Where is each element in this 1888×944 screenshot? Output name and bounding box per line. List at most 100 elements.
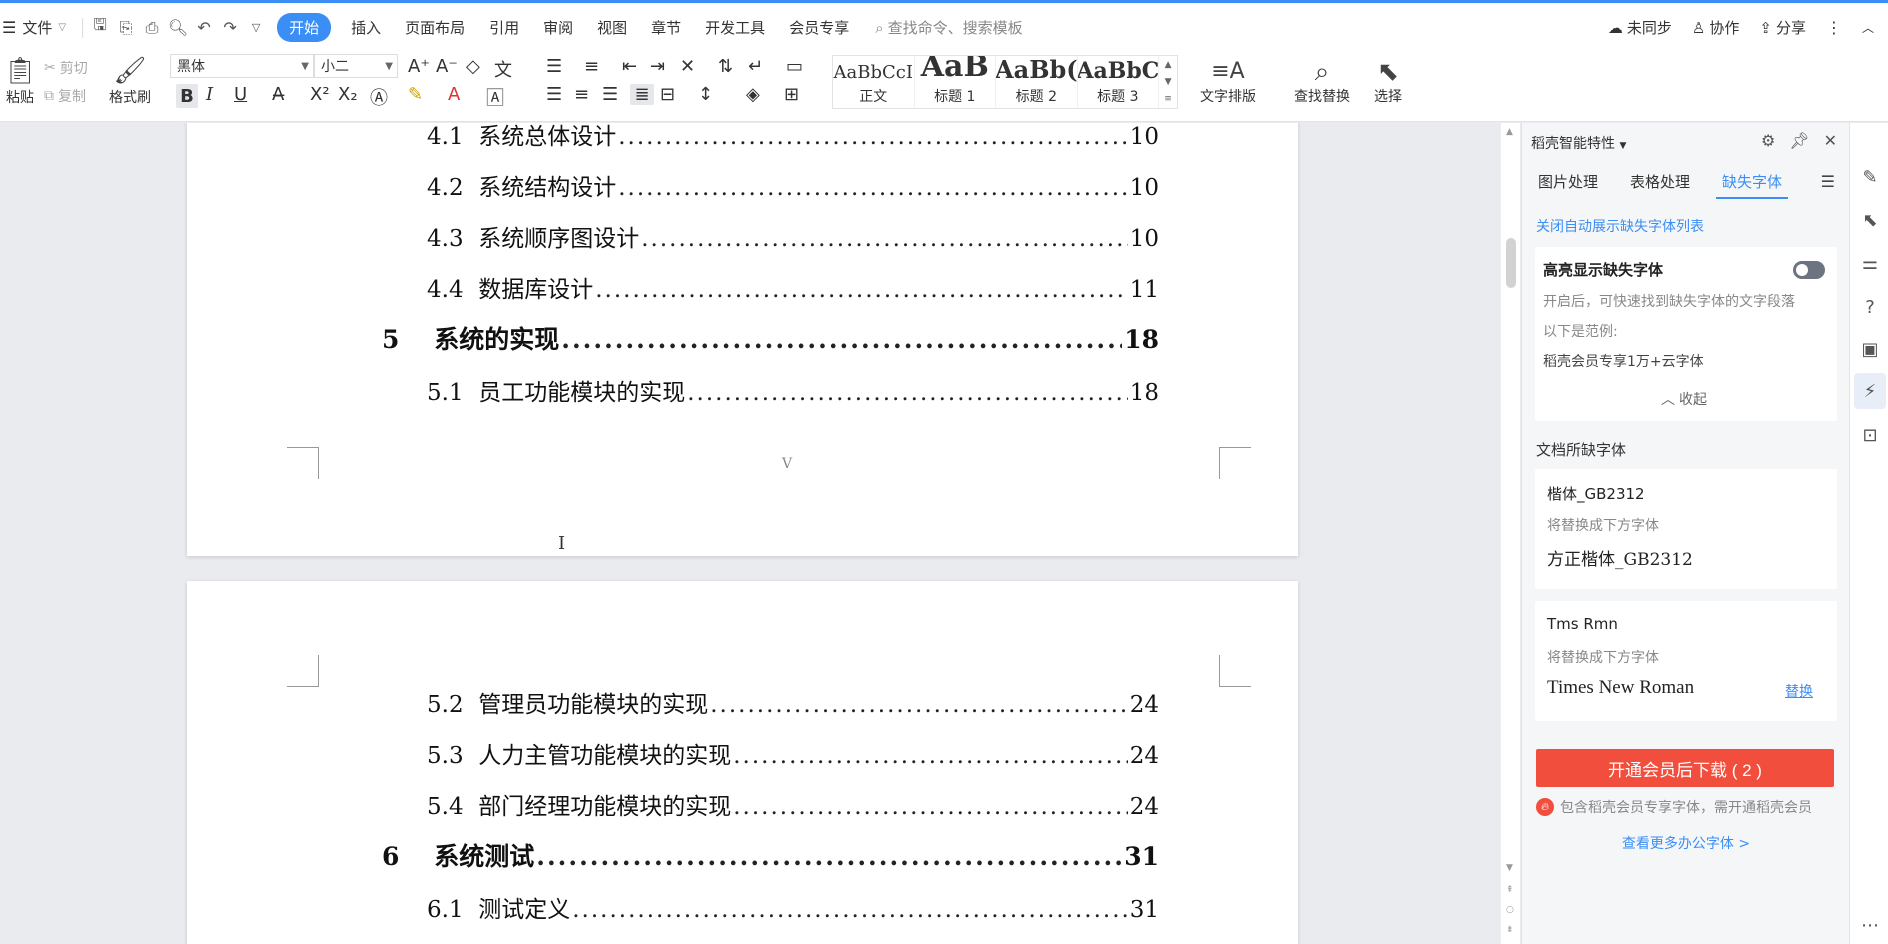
shading-icon[interactable]: ◈: [746, 84, 760, 105]
redo-icon[interactable]: ↷: [217, 15, 243, 41]
document-review-icon[interactable]: ⊡: [1858, 423, 1882, 447]
numbered-list-icon[interactable]: ≡: [584, 56, 599, 77]
toc-entry[interactable]: 5.2 管理员功能模块的实现 .........................…: [427, 685, 1159, 719]
help-icon[interactable]: ?: [1858, 295, 1882, 319]
toc-entry[interactable]: 5.1 员工功能模块的实现 ..........................…: [427, 373, 1159, 407]
font-size-select[interactable]: 小二 ▼: [314, 54, 398, 78]
toc-chapter[interactable]: 6 系统测试 .................................…: [382, 837, 1159, 873]
tab-member[interactable]: 会员专享: [777, 17, 861, 38]
paste-button[interactable]: 📋︎ 粘贴: [0, 54, 40, 110]
tab-image-processing[interactable]: 图片处理: [1522, 165, 1614, 199]
line-spacing-icon[interactable]: ↕: [698, 84, 713, 105]
download-with-membership-button[interactable]: 开通会员后下载 ( 2 ): [1536, 749, 1834, 787]
font-color-icon[interactable]: A: [448, 84, 460, 105]
select-browse-icon[interactable]: ○: [1506, 905, 1514, 915]
decrease-indent-icon[interactable]: ⇤: [622, 56, 637, 77]
close-icon[interactable]: ✕: [1824, 131, 1837, 150]
italic-button[interactable]: I: [206, 84, 213, 105]
borders-icon[interactable]: ⊞: [784, 84, 799, 105]
panel-title[interactable]: 稻壳智能特性 ▼: [1531, 133, 1626, 153]
toc-chapter[interactable]: 5 系统的实现 ................................…: [382, 320, 1159, 356]
document-canvas[interactable]: 4.1 系统总体设计 .............................…: [0, 123, 1500, 944]
chinese-layout-icon[interactable]: ✕: [680, 56, 695, 77]
toc-entry[interactable]: 4.2 系统结构设计 .............................…: [427, 168, 1159, 202]
tab-view[interactable]: 视图: [585, 17, 639, 38]
align-right-icon[interactable]: ☰: [602, 84, 618, 105]
grow-font-icon[interactable]: A⁺: [408, 56, 430, 77]
toc-entry[interactable]: 4.1 系统总体设计 .............................…: [427, 123, 1159, 151]
more-icon[interactable]: ⋯: [1858, 913, 1882, 937]
scroll-down-icon[interactable]: ▼: [1506, 863, 1513, 873]
underline-button[interactable]: U: [234, 84, 247, 105]
toc-entry[interactable]: 6.1 测试定义 ...............................…: [427, 890, 1159, 924]
document-page[interactable]: 5.2 管理员功能模块的实现 .........................…: [187, 581, 1298, 944]
print-icon[interactable]: ⎙: [139, 15, 165, 41]
sliders-icon[interactable]: ⚌: [1858, 251, 1882, 275]
sort-icon[interactable]: ⇅: [718, 56, 733, 77]
previous-page-icon[interactable]: ⇞: [1506, 885, 1514, 895]
sync-status[interactable]: ☁ 未同步: [1608, 17, 1672, 38]
tab-review[interactable]: 审阅: [531, 17, 585, 38]
text-effect-icon[interactable]: Ⓐ: [370, 84, 388, 110]
tab-home[interactable]: 开始: [277, 13, 332, 42]
find-replace-button[interactable]: ⌕ 查找替换: [1284, 54, 1360, 110]
toc-entry[interactable]: 4.4 数据库设计 ..............................…: [427, 270, 1159, 304]
next-page-icon[interactable]: ⇟: [1506, 925, 1514, 935]
increase-indent-icon[interactable]: ⇥: [650, 56, 665, 77]
shrink-font-icon[interactable]: A⁻: [436, 56, 458, 77]
command-search[interactable]: ⌕ 查找命令、搜索模板: [875, 17, 1022, 38]
replace-link[interactable]: 替换: [1785, 681, 1813, 701]
share-button[interactable]: ⇪ 分享: [1759, 17, 1806, 38]
font-name-select[interactable]: 黑体 ▼: [170, 54, 314, 78]
tab-insert[interactable]: 插入: [339, 17, 393, 38]
show-marks-icon[interactable]: ↵: [748, 56, 763, 77]
justify-icon[interactable]: ≣: [630, 84, 654, 105]
vertical-scrollbar[interactable]: ▲ ▼ ⇞ ○ ⇟: [1500, 123, 1520, 944]
align-left-icon[interactable]: ☰: [546, 84, 562, 105]
more-fonts-link[interactable]: 查看更多办公字体 >: [1522, 833, 1850, 853]
cut-button[interactable]: ✂ 剪切: [44, 56, 88, 80]
scrollbar-thumb[interactable]: [1506, 238, 1516, 288]
highlight-toggle[interactable]: [1793, 261, 1825, 279]
strikethrough-icon[interactable]: A̶: [272, 84, 284, 105]
align-center-icon[interactable]: ≡: [574, 84, 589, 105]
gear-icon[interactable]: ⚙: [1761, 131, 1775, 150]
tab-developer[interactable]: 开发工具: [693, 17, 777, 38]
toc-entry[interactable]: 4.3 系统顺序图设计 ............................…: [427, 219, 1159, 253]
undo-icon[interactable]: ↶: [191, 15, 217, 41]
close-auto-list-link[interactable]: 关闭自动展示缺失字体列表: [1536, 216, 1704, 236]
distributed-icon[interactable]: ⊟: [660, 84, 675, 105]
highlight-color-icon[interactable]: ✎: [408, 84, 423, 105]
style-heading-1[interactable]: AaB 标题 1: [915, 56, 997, 108]
tab-references[interactable]: 引用: [477, 17, 531, 38]
format-painter-button[interactable]: 🖌︎ 格式刷: [106, 54, 154, 110]
style-normal[interactable]: AaBbCcI 正文: [833, 56, 915, 108]
menu-icon[interactable]: ☰: [1821, 165, 1835, 199]
edit-icon[interactable]: ✎: [1858, 165, 1882, 189]
table-layout-icon[interactable]: ▭: [786, 56, 803, 77]
clear-format-icon[interactable]: ◇: [466, 56, 480, 77]
tab-table-processing[interactable]: 表格处理: [1614, 165, 1706, 199]
smart-features-icon[interactable]: ⚡: [1854, 373, 1886, 409]
styles-scroll[interactable]: ▲ ▼ ≡: [1159, 56, 1177, 108]
pointer-icon[interactable]: ⬉: [1858, 208, 1882, 232]
file-menu[interactable]: ☰ 文件 ▽: [0, 17, 78, 38]
save-icon[interactable]: 🖫: [87, 15, 113, 41]
collapse-ribbon-icon[interactable]: ︿: [1862, 19, 1874, 36]
select-button[interactable]: ⬉ 选择: [1364, 54, 1412, 110]
toc-entry[interactable]: 5.4 部门经理功能模块的实现 ........................…: [427, 787, 1159, 821]
tab-chapter[interactable]: 章节: [639, 17, 693, 38]
style-heading-3[interactable]: AaBbC 标题 3: [1078, 56, 1160, 108]
image-tools-icon[interactable]: ▣: [1858, 337, 1882, 361]
superscript-icon[interactable]: X²: [310, 84, 330, 105]
pin-icon[interactable]: 📌︎: [1789, 131, 1809, 150]
export-pdf-icon[interactable]: ⎘: [113, 15, 139, 41]
copy-button[interactable]: ⧉ 复制: [44, 84, 86, 108]
print-preview-icon[interactable]: 🔍︎: [165, 15, 191, 41]
char-border-icon[interactable]: 🄰: [486, 84, 504, 110]
scroll-up-icon[interactable]: ▲: [1506, 127, 1513, 137]
bold-button[interactable]: B: [176, 84, 198, 108]
bullet-list-icon[interactable]: ☰: [546, 56, 562, 77]
toc-entry[interactable]: 5.3 人力主管功能模块的实现 ........................…: [427, 736, 1159, 770]
collaborate-button[interactable]: ♙ 协作: [1692, 17, 1739, 38]
